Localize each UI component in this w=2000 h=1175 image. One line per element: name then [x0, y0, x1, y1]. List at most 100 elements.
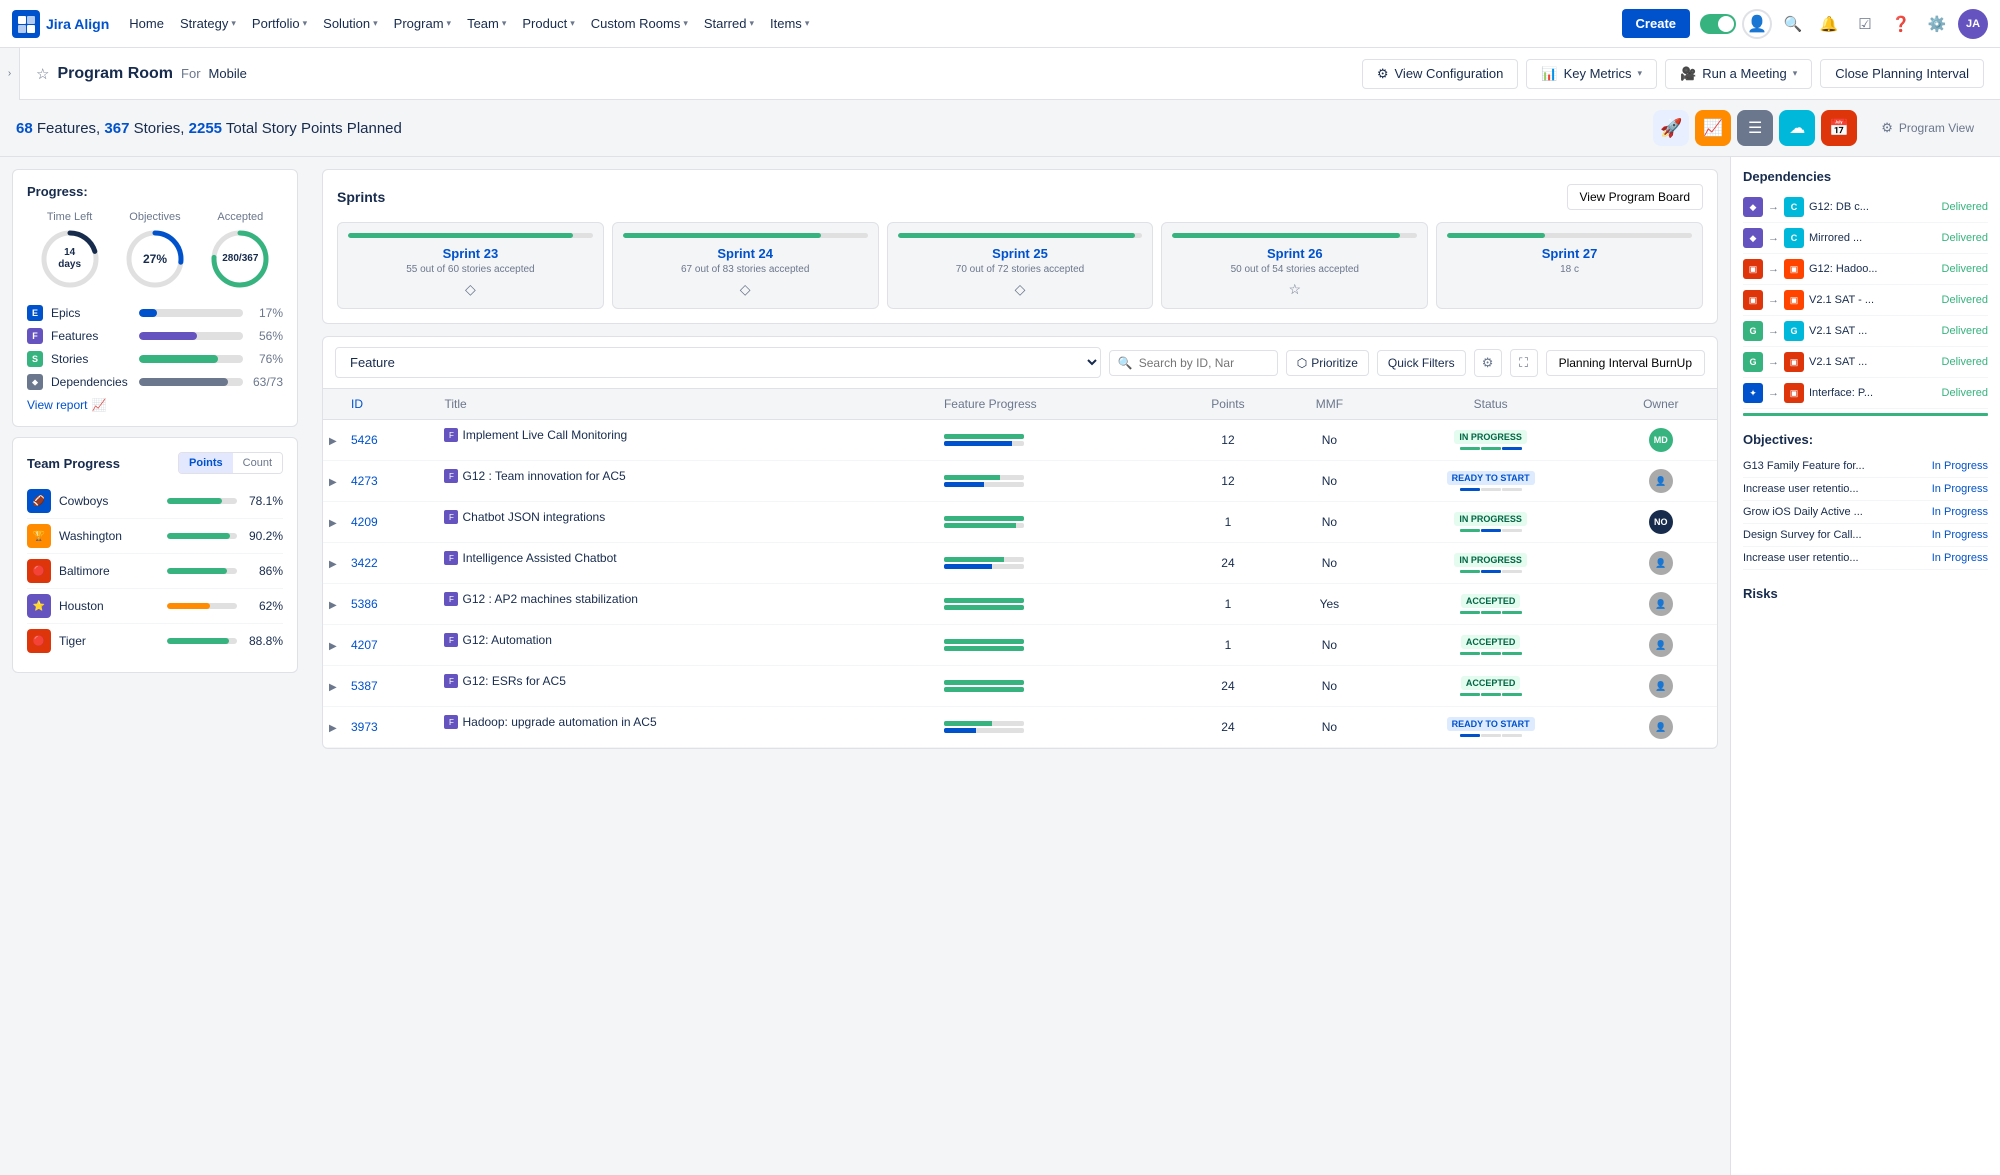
dep-status-5: Delivered: [1942, 325, 1988, 337]
points-count-link[interactable]: 2255: [189, 120, 222, 137]
feature-id-4273[interactable]: 4273: [351, 474, 378, 488]
dep-text-1[interactable]: G12: DB c...: [1809, 201, 1937, 213]
nav-item-starred[interactable]: Starred▾: [696, 0, 762, 48]
close-planning-interval-button[interactable]: Close Planning Interval: [1820, 59, 1984, 88]
dep-to-icon-2: C: [1784, 228, 1804, 248]
risks-section-title: Risks: [1743, 586, 1988, 601]
nav-item-program[interactable]: Program▾: [386, 0, 459, 48]
help-icon[interactable]: ❓: [1886, 9, 1916, 39]
avatar[interactable]: JA: [1958, 9, 1988, 39]
bell-icon[interactable]: 🔔: [1814, 9, 1844, 39]
feature-id-4207[interactable]: 4207: [351, 638, 378, 652]
expand-btn-5387[interactable]: ▶: [329, 682, 337, 693]
sprint-27-name[interactable]: Sprint 27: [1447, 246, 1692, 261]
view-icon-cloud[interactable]: ☁: [1779, 110, 1815, 146]
key-metrics-button[interactable]: 📊 Key Metrics ▾: [1526, 59, 1657, 89]
expand-btn-4273[interactable]: ▶: [329, 477, 337, 488]
expand-btn-5386[interactable]: ▶: [329, 600, 337, 611]
objective-text-1[interactable]: G13 Family Feature for...: [1743, 460, 1928, 472]
expand-btn-5426[interactable]: ▶: [329, 436, 337, 447]
feature-id-5386[interactable]: 5386: [351, 597, 378, 611]
dep-text-7[interactable]: Interface: P...: [1809, 387, 1937, 399]
checkbox-icon[interactable]: ☑: [1850, 9, 1880, 39]
feature-id-3422[interactable]: 3422: [351, 556, 378, 570]
quick-filters-button[interactable]: Quick Filters: [1377, 350, 1466, 376]
fullscreen-icon-btn[interactable]: ⛶: [1510, 349, 1538, 377]
expand-btn-4207[interactable]: ▶: [329, 641, 337, 652]
id-column-header[interactable]: ID: [351, 397, 363, 411]
dep-item-4: ▣ → ▣ V2.1 SAT - ... Delivered: [1743, 285, 1988, 316]
nav-item-home[interactable]: Home: [121, 0, 172, 48]
burnup-button[interactable]: Planning Interval BurnUp: [1546, 350, 1705, 376]
feature-id-3973[interactable]: 3973: [351, 720, 378, 734]
objective-text-3[interactable]: Grow iOS Daily Active ...: [1743, 506, 1928, 518]
nav-item-team[interactable]: Team▾: [459, 0, 514, 48]
prioritize-button[interactable]: ⬡ Prioritize: [1286, 350, 1369, 376]
objective-text-4[interactable]: Design Survey for Call...: [1743, 529, 1928, 541]
table-settings-icon-btn[interactable]: ⚙: [1474, 349, 1502, 377]
nav-item-portfolio[interactable]: Portfolio▾: [244, 0, 315, 48]
program-view-toggle[interactable]: ⚙ Program View: [1871, 114, 1984, 142]
dep-text-5[interactable]: V2.1 SAT ...: [1809, 325, 1937, 337]
user-icon[interactable]: 👤: [1742, 9, 1772, 39]
nav-item-items[interactable]: Items▾: [762, 0, 817, 48]
nav-item-product[interactable]: Product▾: [514, 0, 582, 48]
team-tab-count[interactable]: Count: [233, 453, 282, 473]
stories-count-link[interactable]: 367: [104, 120, 129, 137]
search-input[interactable]: [1139, 356, 1269, 370]
owner-avatar-4207: 👤: [1649, 633, 1673, 657]
nav-item-strategy[interactable]: Strategy▾: [172, 0, 244, 48]
features-icon: F: [27, 328, 43, 344]
dep-text-4[interactable]: V2.1 SAT - ...: [1809, 294, 1937, 306]
feature-id-5387[interactable]: 5387: [351, 679, 378, 693]
expand-btn-4209[interactable]: ▶: [329, 518, 337, 529]
objective-status-3: In Progress: [1932, 506, 1988, 518]
objectives-value: 27%: [143, 252, 167, 266]
dep-to-icon-7: ▣: [1784, 383, 1804, 403]
sprint-26-name[interactable]: Sprint 26: [1172, 246, 1417, 261]
objective-status-1: In Progress: [1932, 460, 1988, 472]
team-tab-points[interactable]: Points: [179, 453, 233, 473]
objective-text-2[interactable]: Increase user retentio...: [1743, 483, 1928, 495]
dep-text-3[interactable]: G12: Hadoo...: [1809, 263, 1937, 275]
center-column: Sprints View Program Board Sprint 23 55 …: [310, 157, 1730, 1175]
expand-btn-3422[interactable]: ▶: [329, 559, 337, 570]
run-meeting-chevron-icon: ▾: [1793, 68, 1798, 79]
sprint-24-name[interactable]: Sprint 24: [623, 246, 868, 261]
settings-icon[interactable]: ⚙️: [1922, 9, 1952, 39]
nav-item-solution[interactable]: Solution▾: [315, 0, 386, 48]
dependencies-label: Dependencies: [51, 375, 131, 389]
diamond-icon-23[interactable]: ◇: [348, 281, 593, 298]
run-meeting-button[interactable]: 🎥 Run a Meeting ▾: [1665, 59, 1812, 89]
expand-btn-3973[interactable]: ▶: [329, 723, 337, 734]
collapse-panel-btn[interactable]: ›: [0, 48, 20, 100]
view-program-board-button[interactable]: View Program Board: [1567, 184, 1704, 210]
create-button[interactable]: Create: [1622, 9, 1690, 38]
nav-item-custom-rooms[interactable]: Custom Rooms▾: [583, 0, 696, 48]
view-icon-calendar[interactable]: 📅: [1821, 110, 1857, 146]
view-configuration-button[interactable]: ⚙ View Configuration: [1362, 59, 1519, 89]
star-icon-26[interactable]: ☆: [1172, 281, 1417, 298]
nav-logo[interactable]: Jira Align: [12, 10, 109, 38]
diamond-icon-24[interactable]: ◇: [623, 281, 868, 298]
trending-up-icon: 📈: [91, 398, 106, 412]
feature-id-4209[interactable]: 4209: [351, 515, 378, 529]
objective-text-5[interactable]: Increase user retentio...: [1743, 552, 1928, 564]
feature-id-5426[interactable]: 5426: [351, 433, 378, 447]
features-count-link[interactable]: 68: [16, 120, 33, 137]
table-row: ▶ 5386 F G12 : AP2 machines stabilizatio…: [323, 584, 1717, 625]
dep-text-2[interactable]: Mirrored ...: [1809, 232, 1937, 244]
dep-text-6[interactable]: V2.1 SAT ...: [1809, 356, 1937, 368]
view-icon-list[interactable]: ☰: [1737, 110, 1773, 146]
feature-type-select[interactable]: Feature: [335, 347, 1101, 378]
view-report-link[interactable]: View report 📈: [27, 398, 283, 412]
subheader-star-icon[interactable]: ☆: [36, 65, 49, 83]
sprint-23-name[interactable]: Sprint 23: [348, 246, 593, 261]
view-icon-rocket[interactable]: 🚀: [1653, 110, 1689, 146]
sprint-25-name[interactable]: Sprint 25: [898, 246, 1143, 261]
search-icon[interactable]: 🔍: [1778, 9, 1808, 39]
toggle-switch[interactable]: [1700, 14, 1736, 34]
diamond-icon-25[interactable]: ◇: [898, 281, 1143, 298]
dep-from-icon-2: ◆: [1743, 228, 1763, 248]
view-icon-chart[interactable]: 📈: [1695, 110, 1731, 146]
